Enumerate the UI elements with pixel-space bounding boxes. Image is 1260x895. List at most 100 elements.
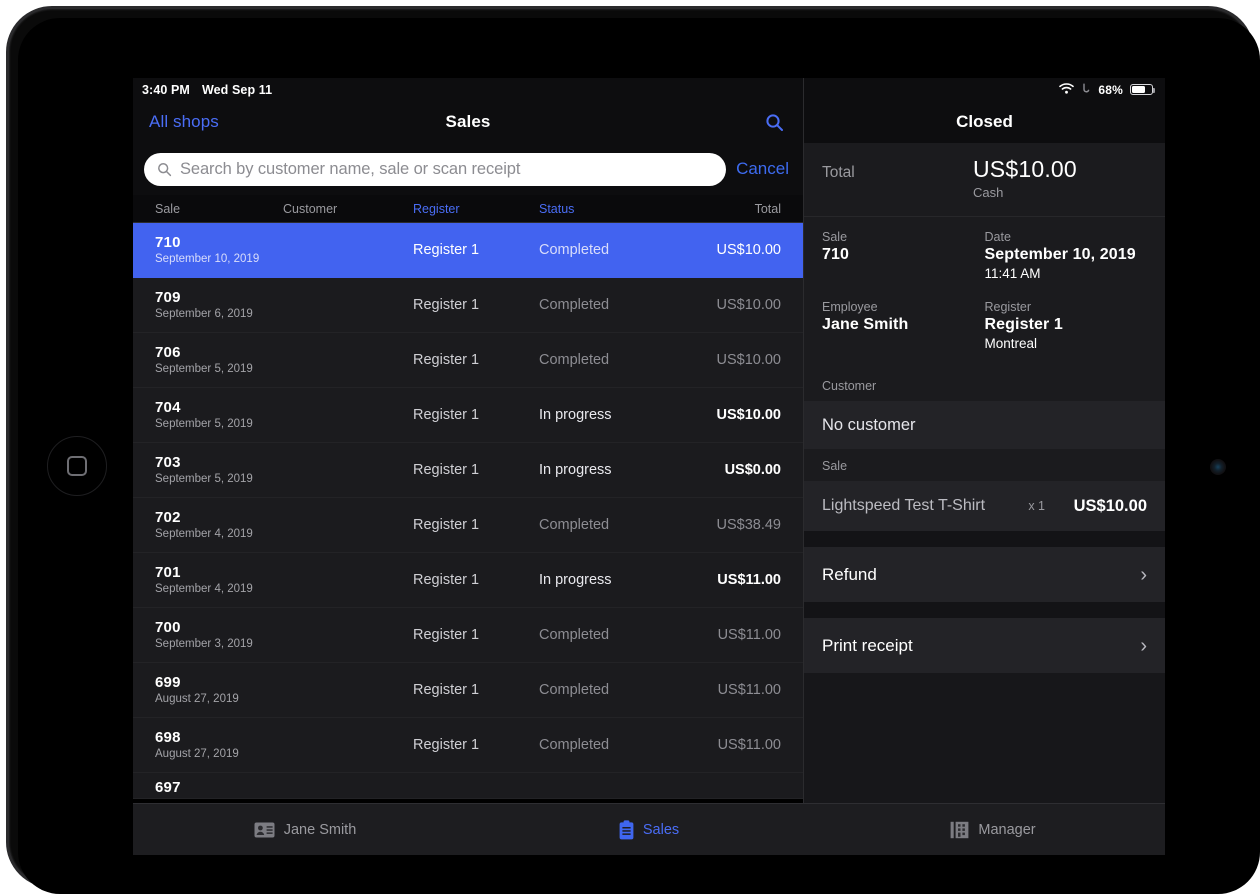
- battery-fill: [1132, 86, 1146, 93]
- table-row[interactable]: 709 September 6, 2019 Register 1 Complet…: [133, 278, 803, 333]
- column-header-customer[interactable]: Customer: [283, 202, 413, 216]
- line-item-qty: x 1: [1028, 499, 1045, 513]
- cell-total: US$10.00: [716, 352, 782, 368]
- cell-sale: 703 September 5, 2019: [133, 454, 283, 487]
- tab-label: Manager: [978, 821, 1036, 838]
- cell-total: US$10.00: [716, 297, 782, 313]
- cancel-button[interactable]: Cancel: [736, 159, 791, 179]
- line-item-price: US$10.00: [1073, 496, 1147, 515]
- battery-cap: [1153, 88, 1155, 93]
- cell-status: Completed: [539, 297, 610, 313]
- cell-register: Register 1: [413, 627, 480, 643]
- sale-date: September 4, 2019: [155, 582, 253, 595]
- search-input-placeholder: Search by customer name, sale or scan re…: [180, 159, 521, 178]
- cell-sale: 709 September 6, 2019: [133, 289, 283, 322]
- tab-manager[interactable]: Manager: [821, 821, 1165, 839]
- cell-status: In progress: [539, 407, 612, 423]
- sale-label: Sale: [822, 230, 848, 244]
- cell-register: Register 1: [413, 297, 480, 313]
- ipad-device-frame: 3:40 PM Wed Sep 11 All shops Sales Searc…: [6, 6, 1260, 894]
- home-button[interactable]: [47, 436, 107, 496]
- cell-total: US$10.00: [716, 242, 782, 258]
- clipboard-icon: [619, 819, 634, 840]
- table-row[interactable]: 703 September 5, 2019 Register 1 In prog…: [133, 443, 803, 498]
- location-arrow-icon: [1081, 83, 1091, 97]
- sale-metadata: Sale 710 Date September 10, 2019 11:41 A…: [804, 217, 1165, 369]
- customer-value[interactable]: No customer: [804, 401, 1165, 449]
- cell-status: In progress: [539, 462, 612, 478]
- payment-method: Cash: [973, 185, 1004, 200]
- sale-date: September 5, 2019: [155, 417, 253, 430]
- print-receipt-label: Print receipt: [822, 635, 913, 655]
- status-bar-left: 3:40 PM Wed Sep 11: [133, 78, 803, 101]
- detail-empty-area: [804, 673, 1165, 803]
- table-row[interactable]: 697: [133, 773, 803, 799]
- cell-total: US$10.00: [716, 407, 782, 423]
- sale-date: August 27, 2019: [155, 692, 239, 705]
- navigation-bar: All shops Sales: [133, 101, 803, 143]
- table-row[interactable]: 706 September 5, 2019 Register 1 Complet…: [133, 333, 803, 388]
- table-row[interactable]: 701 September 4, 2019 Register 1 In prog…: [133, 553, 803, 608]
- table-row[interactable]: 704 September 5, 2019 Register 1 In prog…: [133, 388, 803, 443]
- meta-sale: Sale 710: [822, 229, 985, 283]
- cell-status: Completed: [539, 242, 610, 258]
- meta-register: Register Register 1 Montreal: [985, 299, 1148, 353]
- cell-register: Register 1: [413, 462, 480, 478]
- cell-sale: 700 September 3, 2019: [133, 619, 283, 652]
- home-button-square-icon: [67, 456, 87, 476]
- search-icon[interactable]: [761, 109, 787, 135]
- sales-list-scroll[interactable]: 710 September 10, 2019 Register 1 Comple…: [133, 223, 803, 803]
- meta-row-sale-date: Sale 710 Date September 10, 2019 11:41 A…: [822, 229, 1147, 283]
- sale-number: 703: [155, 453, 181, 471]
- cell-status: Completed: [539, 627, 610, 643]
- all-shops-back-button[interactable]: All shops: [149, 112, 219, 132]
- cell-total: US$11.00: [717, 627, 781, 643]
- sale-number: 698: [155, 728, 181, 746]
- table-row[interactable]: 700 September 3, 2019 Register 1 Complet…: [133, 608, 803, 663]
- screenshot-root: 3:40 PM Wed Sep 11 All shops Sales Searc…: [0, 0, 1260, 895]
- front-camera-icon: [1210, 459, 1226, 475]
- column-header-sale[interactable]: Sale: [133, 202, 283, 216]
- sale-date: September 4, 2019: [155, 527, 253, 540]
- employee-value: Jane Smith: [822, 316, 909, 333]
- column-header-status[interactable]: Status: [539, 202, 689, 216]
- column-header-total[interactable]: Total: [689, 202, 803, 216]
- tab-jane-smith[interactable]: Jane Smith: [133, 822, 477, 838]
- page-title: Sales: [445, 112, 491, 131]
- status-bar-time: 3:40 PM: [142, 82, 190, 97]
- detail-body: Total US$10.00 Cash Sale 710 Date Septem…: [804, 143, 1165, 803]
- table-row[interactable]: 702 September 4, 2019 Register 1 Complet…: [133, 498, 803, 553]
- search-input[interactable]: Search by customer name, sale or scan re…: [144, 152, 727, 186]
- cell-sale: 706 September 5, 2019: [133, 344, 283, 377]
- refund-button[interactable]: Refund ›: [804, 547, 1165, 602]
- cell-total: US$11.00: [717, 572, 781, 588]
- print-receipt-button[interactable]: Print receipt ›: [804, 618, 1165, 673]
- tab-label: Sales: [642, 821, 680, 838]
- battery-percentage: 68%: [1098, 82, 1123, 97]
- cell-status: Completed: [539, 737, 610, 753]
- spacer: [804, 531, 1165, 547]
- table-row[interactable]: 710 September 10, 2019 Register 1 Comple…: [133, 223, 803, 278]
- tab-sales[interactable]: Sales: [477, 819, 821, 840]
- table-row[interactable]: 698 August 27, 2019 Register 1 Completed…: [133, 718, 803, 773]
- sales-list-pane: 3:40 PM Wed Sep 11 All shops Sales Searc…: [133, 78, 804, 803]
- tab-label: Jane Smith: [283, 821, 357, 838]
- sale-date: September 5, 2019: [155, 472, 253, 485]
- wifi-icon: [1059, 82, 1075, 97]
- cell-status: Completed: [539, 682, 610, 698]
- cell-register: Register 1: [413, 572, 480, 588]
- column-header-register[interactable]: Register: [413, 202, 539, 216]
- sale-detail-pane: 68% Closed Total US$10.00 Cash Sale 710 …: [804, 78, 1165, 803]
- table-row[interactable]: 699 August 27, 2019 Register 1 Completed…: [133, 663, 803, 718]
- employee-label: Employee: [822, 300, 878, 314]
- cell-register: Register 1: [413, 682, 480, 698]
- sale-number: 702: [155, 508, 181, 526]
- sale-date: September 10, 2019: [155, 252, 260, 265]
- chevron-right-icon: ›: [1140, 634, 1147, 657]
- line-item-row[interactable]: Lightspeed Test T-Shirt x 1 US$10.00: [804, 481, 1165, 531]
- sale-number: 709: [155, 288, 181, 306]
- cell-register: Register 1: [413, 517, 480, 533]
- cell-sale: 701 September 4, 2019: [133, 564, 283, 597]
- register-label: Register: [984, 300, 1032, 314]
- manager-building-icon: [950, 821, 969, 839]
